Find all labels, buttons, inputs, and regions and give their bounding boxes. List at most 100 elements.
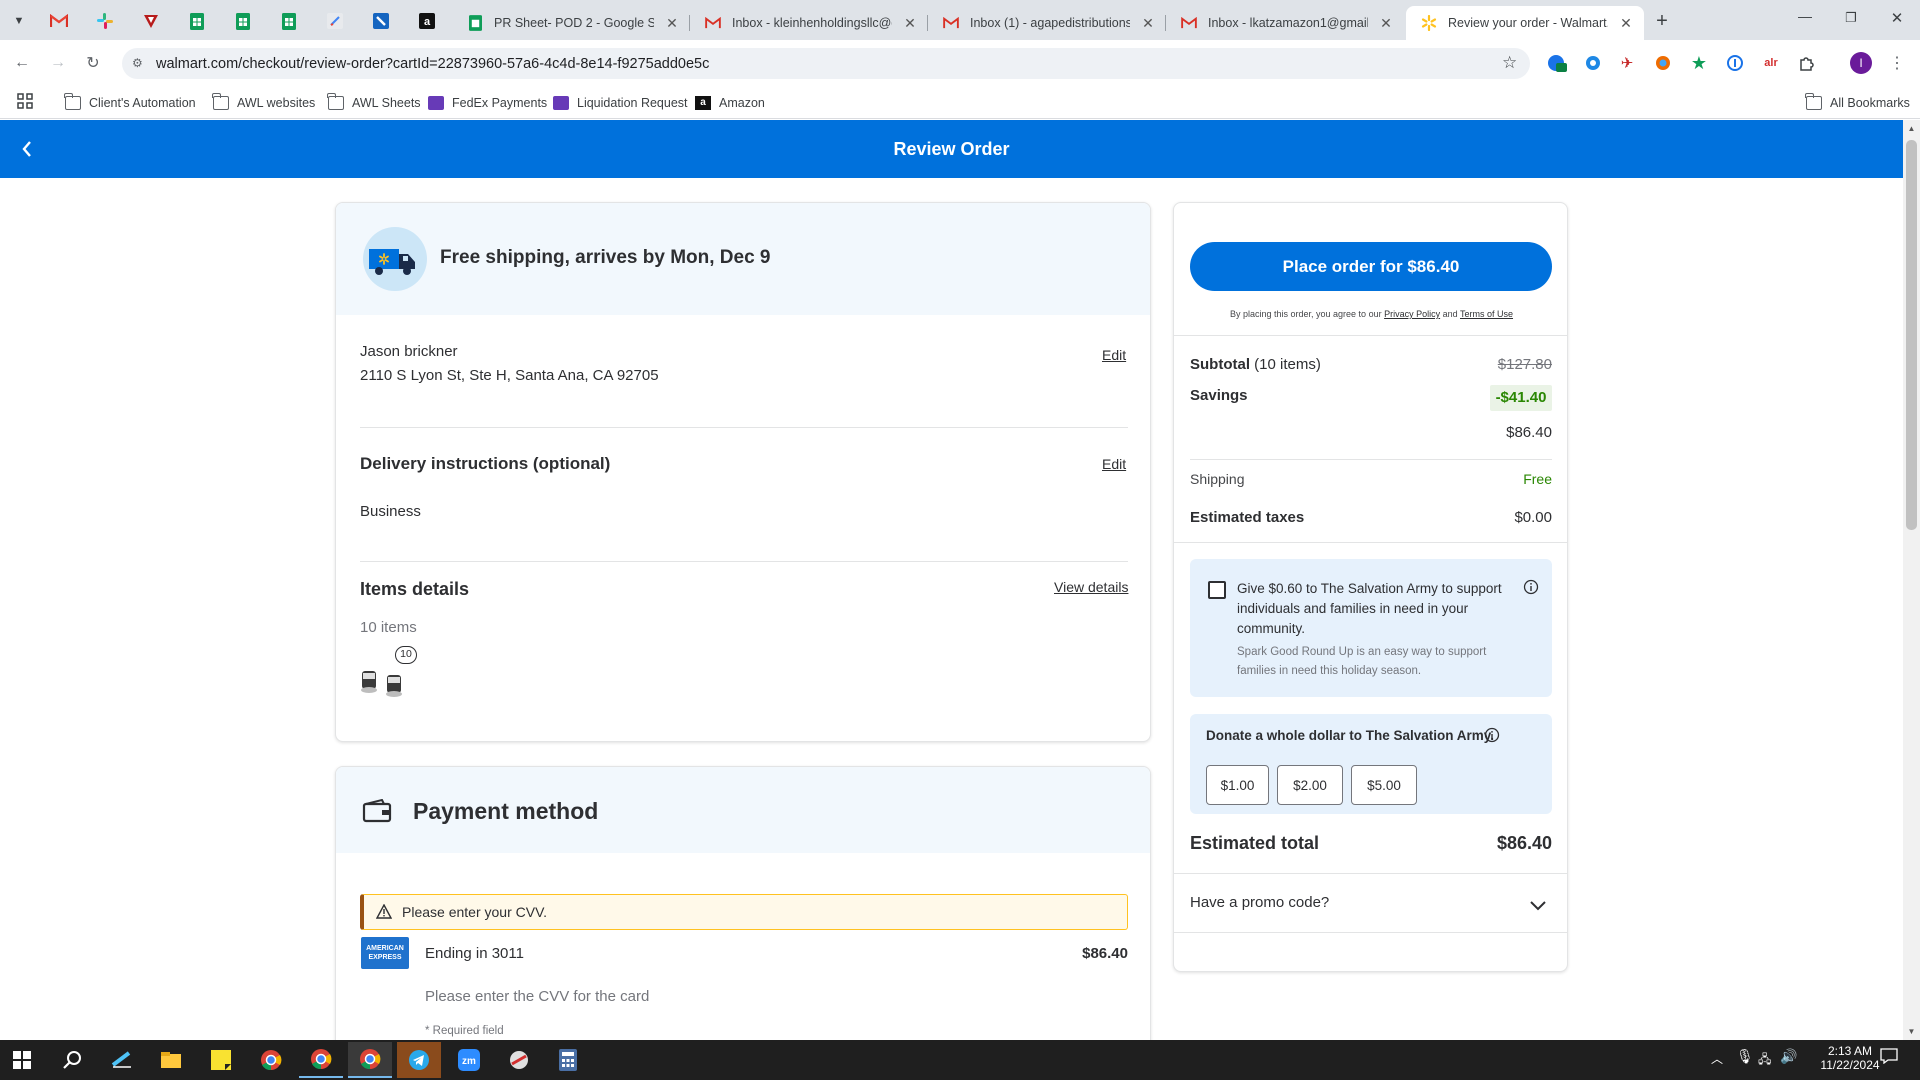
tab-walmart-review[interactable]: Review your order - Walmart.co ✕ (1406, 6, 1644, 40)
extension-orange-icon[interactable] (1652, 52, 1674, 74)
close-icon[interactable]: ✕ (1378, 15, 1394, 32)
privacy-policy-link[interactable]: Privacy Policy (1384, 309, 1440, 319)
terms-of-use-link[interactable]: Terms of Use (1460, 309, 1513, 319)
tab-gmail-agape[interactable]: Inbox (1) - agapedistributions@ ✕ (928, 6, 1166, 40)
extension-us-icon[interactable] (1546, 52, 1568, 74)
extension-password-icon[interactable] (1724, 52, 1746, 74)
recipient-name: Jason brickner (360, 343, 458, 360)
bookmark-awl-sheets[interactable]: AWL Sheets (327, 92, 421, 114)
tab-title: Inbox (1) - agapedistributions@ (970, 16, 1130, 30)
telegram-icon[interactable] (397, 1042, 441, 1078)
tab-title: Review your order - Walmart.co (1448, 16, 1608, 30)
extension-alibaba-icon[interactable]: alr (1760, 52, 1782, 74)
tab-title: Inbox - lkatzamazon1@gmail.co (1208, 16, 1368, 30)
chrome-icon[interactable] (348, 1042, 392, 1078)
tab-title: Inbox - kleinhenholdingsllc@gr (732, 16, 892, 30)
extension-star-icon[interactable]: ★ (1688, 52, 1710, 74)
all-bookmarks[interactable]: All Bookmarks (1805, 92, 1910, 114)
site-info-icon[interactable]: ⚙ (132, 56, 143, 70)
sheets-pinned-tab[interactable] (182, 8, 212, 34)
new-tab-button[interactable]: + (1648, 8, 1676, 34)
blue-app-pinned-tab[interactable] (366, 8, 396, 34)
chevron-down-icon (1530, 898, 1546, 911)
volume-icon[interactable]: 🔊 (1780, 1048, 1797, 1065)
divider (1174, 542, 1567, 543)
notification-icon[interactable] (1880, 1048, 1900, 1068)
close-icon[interactable]: ✕ (1618, 15, 1634, 32)
calculator-icon[interactable] (546, 1042, 590, 1078)
round-up-subtext: Spark Good Round Up is an easy way to su… (1237, 646, 1487, 677)
donate-2-button[interactable]: $2.00 (1277, 765, 1343, 805)
promo-code-toggle[interactable]: Have a promo code? (1174, 874, 1567, 932)
donate-1-button[interactable]: $1.00 (1206, 765, 1269, 805)
tab-title: PR Sheet- POD 2 - Google Shee (494, 16, 654, 30)
forward-icon[interactable]: → (47, 52, 69, 74)
bookmark-clients-automation[interactable]: Client's Automation (64, 92, 196, 114)
restore-button[interactable]: ❐ (1836, 10, 1866, 32)
scrollbar-thumb[interactable] (1906, 140, 1917, 530)
extension-compass-icon[interactable] (1582, 52, 1604, 74)
extensions-puzzle-icon[interactable] (1796, 52, 1818, 74)
shield-pinned-tab[interactable] (136, 8, 166, 34)
tab-search-icon[interactable]: ▼ (4, 8, 34, 34)
bookmark-label: Liquidation Request (577, 96, 688, 110)
bookmark-liquidation-request[interactable]: Liquidation Request (553, 92, 688, 114)
minimize-button[interactable]: — (1790, 8, 1820, 34)
sheets-pinned-tab[interactable] (274, 8, 304, 34)
zoom-icon[interactable]: zm (447, 1042, 491, 1078)
info-icon[interactable] (1523, 579, 1539, 595)
windows-start-icon[interactable] (0, 1042, 44, 1078)
microphone-icon[interactable]: 🎙 (1736, 1048, 1754, 1065)
folder-icon (327, 93, 344, 110)
item-thumbnail[interactable] (360, 659, 420, 699)
bookmark-fedex-payments[interactable]: FedEx Payments (428, 92, 547, 114)
more-menu-icon[interactable]: ⋮ (1886, 52, 1908, 74)
file-explorer-icon[interactable] (149, 1042, 193, 1078)
bookmark-label: AWL websites (237, 96, 316, 110)
network-icon[interactable]: 🖧 (1758, 1050, 1771, 1071)
back-chevron-icon[interactable] (20, 138, 40, 160)
edit-doc-pinned-tab[interactable] (320, 8, 350, 34)
reload-icon[interactable]: ↻ (82, 52, 104, 74)
tab-gmail-lkatz[interactable]: Inbox - lkatzamazon1@gmail.co ✕ (1166, 6, 1404, 40)
tab-gmail-kleinhen[interactable]: Inbox - kleinhenholdingsllc@gr ✕ (690, 6, 928, 40)
place-order-button[interactable]: Place order for $86.40 (1190, 242, 1552, 291)
chrome-icon[interactable] (299, 1042, 343, 1078)
task-view-icon[interactable] (100, 1042, 144, 1078)
amazon-pinned-tab[interactable]: a (412, 8, 442, 34)
profile-avatar[interactable]: I (1850, 52, 1872, 74)
sheets-pinned-tab[interactable] (228, 8, 258, 34)
svg-text:zm: zm (462, 1056, 476, 1067)
apps-grid-icon[interactable] (17, 93, 33, 109)
tray-chevron-icon[interactable]: ︿ (1711, 1050, 1723, 1067)
round-up-checkbox[interactable] (1208, 581, 1226, 599)
bookmark-awl-websites[interactable]: AWL websites (212, 92, 316, 114)
app-icon[interactable] (497, 1042, 541, 1078)
edit-delivery-link[interactable]: Edit (1102, 456, 1126, 472)
delivery-instructions-value: Business (360, 503, 421, 520)
sticky-notes-icon[interactable] (199, 1042, 243, 1078)
back-icon[interactable]: ← (11, 52, 33, 74)
scroll-down-icon[interactable]: ▼ (1906, 1027, 1917, 1036)
info-icon[interactable] (1484, 727, 1500, 743)
close-icon[interactable]: ✕ (902, 15, 918, 32)
close-icon[interactable]: ✕ (1140, 15, 1156, 32)
bookmark-amazon[interactable]: a Amazon (695, 92, 765, 114)
scroll-up-icon[interactable]: ▲ (1906, 124, 1917, 133)
gmail-pinned-tab[interactable] (44, 8, 74, 34)
tab-pr-sheet[interactable]: PR Sheet- POD 2 - Google Shee ✕ (452, 6, 690, 40)
form-icon (553, 96, 569, 110)
view-details-link[interactable]: View details (1054, 579, 1128, 595)
window-close-button[interactable]: ✕ (1882, 9, 1912, 31)
extension-plane-icon[interactable]: ✈ (1616, 52, 1638, 74)
chrome-icon[interactable] (249, 1042, 293, 1078)
bookmark-star-icon[interactable]: ☆ (1502, 53, 1517, 73)
search-icon[interactable] (50, 1042, 94, 1078)
close-icon[interactable]: ✕ (664, 15, 680, 32)
edit-address-link[interactable]: Edit (1102, 347, 1126, 363)
slack-pinned-tab[interactable] (90, 8, 120, 34)
amex-card-icon: AMERICAN EXPRESS (361, 937, 409, 969)
address-bar[interactable]: ⚙ walmart.com/checkout/review-order?cart… (122, 48, 1530, 79)
amazon-icon: a (695, 96, 711, 110)
donate-5-button[interactable]: $5.00 (1351, 765, 1417, 805)
